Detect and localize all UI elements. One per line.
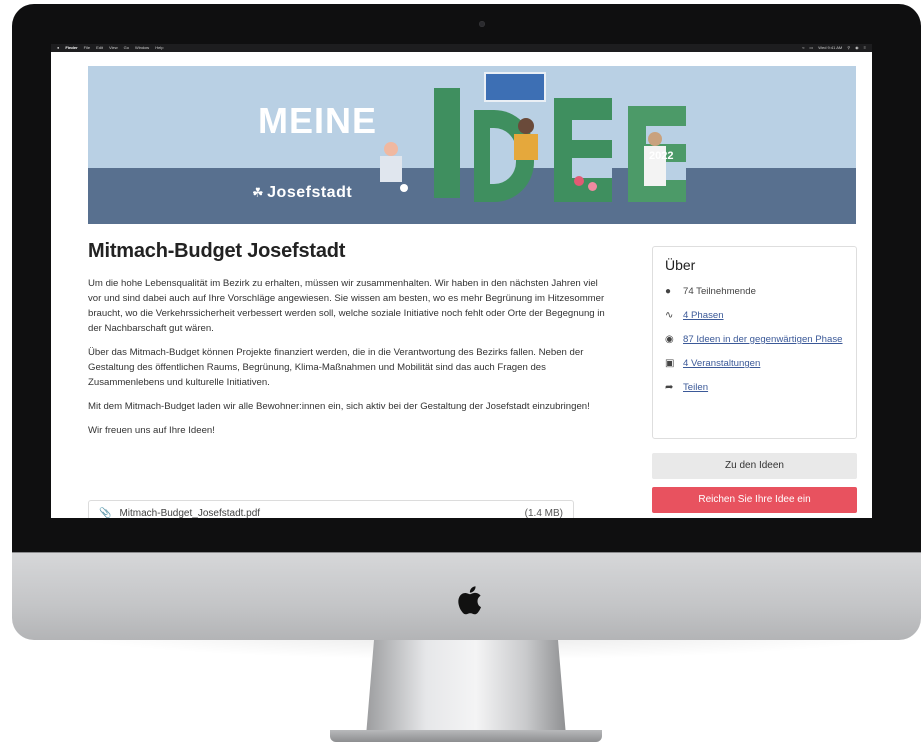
about-panel: Über ● 74 Teilnehmende ∿ 4 Phasen ◉ 87 I… [652, 246, 857, 439]
share-item[interactable]: ➦ Teilen [665, 381, 844, 394]
display-icon[interactable]: ▭ [809, 44, 813, 52]
menubar-item-help[interactable]: Help [155, 44, 163, 52]
description-paragraph-2: Über das Mitmach-Budget können Projekte … [88, 347, 584, 388]
go-to-ideas-button[interactable]: Zu den Ideen [652, 453, 857, 479]
apple-menu-icon[interactable]: ● [57, 44, 59, 52]
participants-count: 74 Teilnehmende [683, 286, 756, 297]
imac-screen: ● Finder File Edit View Go Window Help ≈… [51, 44, 872, 518]
main-content: Mitmach-Budget Josefstadt Um die hohe Le… [88, 240, 608, 447]
phases-link[interactable]: 4 Phasen [683, 309, 724, 322]
menubar-item-edit[interactable]: Edit [96, 44, 103, 52]
apple-logo-icon [458, 586, 481, 615]
lightbulb-icon: ◉ [665, 334, 674, 345]
about-title: Über [665, 257, 696, 273]
menubar-item-go[interactable]: Go [124, 44, 129, 52]
description-paragraph-1: Um die hohe Lebensqualität im Bezirk zu … [88, 278, 605, 334]
page-title: Mitmach-Budget Josefstadt [88, 240, 346, 262]
paperclip-icon: 📎 [99, 507, 112, 519]
district-name: Josefstadt [267, 184, 353, 201]
phases-item[interactable]: ∿ 4 Phasen [665, 309, 844, 322]
wifi-icon[interactable]: ≈ [802, 44, 804, 52]
hero-banner: MEINE 2022 ☘ Josefstadt [88, 66, 856, 224]
menubar-app-name[interactable]: Finder [65, 44, 77, 52]
menubar-item-window[interactable]: Window [135, 44, 149, 52]
participants-item: ● 74 Teilnehmende [665, 285, 844, 298]
control-center-icon[interactable]: ≡ [864, 44, 866, 52]
attachment-filename: Mitmach-Budget_Josefstadt.pdf [119, 507, 261, 519]
calendar-icon: ▣ [665, 358, 675, 369]
camera-dot [479, 21, 485, 27]
events-link[interactable]: 4 Veranstaltungen [683, 357, 760, 370]
attachment-link[interactable]: 📎 Mitmach-Budget_Josefstadt.pdf (1.4 MB) [88, 500, 574, 518]
ideas-link[interactable]: 87 Ideen in der gegenwärtigen Phase [683, 333, 842, 346]
events-item[interactable]: ▣ 4 Veranstaltungen [665, 357, 844, 370]
timeline-icon: ∿ [665, 310, 674, 321]
banner-ground [88, 168, 856, 224]
siri-icon[interactable]: ◉ [855, 44, 859, 52]
banner-title: MEINE [258, 100, 378, 141]
share-icon: ➦ [665, 382, 674, 393]
share-link[interactable]: Teilen [683, 381, 708, 394]
menubar-clock[interactable]: Wed 9:41 AM [818, 44, 842, 52]
person-icon: ● [665, 286, 672, 297]
ideas-item[interactable]: ◉ 87 Ideen in der gegenwärtigen Phase [665, 333, 844, 346]
banner-year: 2022 [649, 150, 674, 162]
spotlight-icon[interactable]: ⚲ [847, 44, 850, 52]
description-paragraph-4: Wir freuen uns auf Ihre Ideen! [88, 425, 215, 436]
macos-menubar: ● Finder File Edit View Go Window Help ≈… [51, 44, 872, 52]
imac-stand-foot [330, 730, 602, 742]
imac-stand [366, 640, 566, 736]
crest-icon: ☘ [252, 185, 265, 200]
description-paragraph-3: Mit dem Mitmach-Budget laden wir alle Be… [88, 401, 590, 412]
menubar-item-file[interactable]: File [84, 44, 90, 52]
district-logo[interactable]: ☘ Josefstadt [252, 184, 352, 202]
attachment-size: (1.4 MB) [524, 507, 563, 519]
menubar-item-view[interactable]: View [109, 44, 118, 52]
submit-idea-button[interactable]: Reichen Sie Ihre Idee ein [652, 487, 857, 513]
